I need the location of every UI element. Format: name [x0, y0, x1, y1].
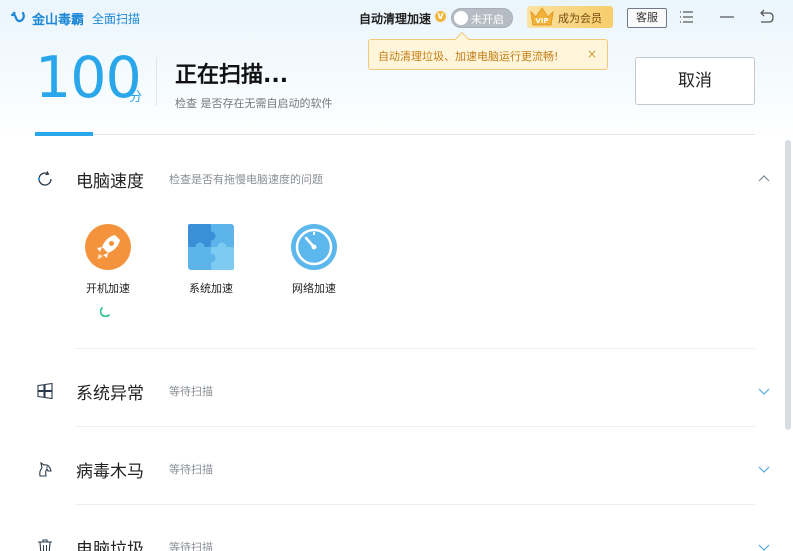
toggle-knob: [454, 11, 468, 25]
section-desc: 检查是否有拖慢电脑速度的问题: [169, 173, 323, 186]
rocket-icon: [84, 223, 132, 271]
toggle-state-label: 未开启: [471, 13, 504, 26]
app-name: 金山毒霸: [32, 13, 85, 28]
speedometer-icon: [290, 223, 338, 271]
tooltip-text: 自动清理垃圾、加速电脑运行更流畅!: [378, 50, 559, 63]
scan-progress-track: [35, 134, 755, 135]
boot-speedup-item[interactable]: 开机加速: [78, 223, 138, 296]
minimize-icon: [720, 16, 734, 18]
module-name: 全面扫描: [92, 12, 141, 26]
vip-v-badge: V: [435, 11, 446, 22]
section-desc: 等待扫描: [169, 385, 213, 398]
menu-button[interactable]: [678, 8, 696, 26]
horse-icon: [35, 459, 55, 479]
network-speedup-item[interactable]: 网络加速: [284, 223, 344, 296]
section-separator: [75, 504, 755, 505]
security-score: 100: [35, 45, 142, 111]
duba-logo-icon: [10, 11, 25, 22]
scan-status-title: 正在扫描...: [175, 63, 289, 88]
vip-crown-icon: VIP: [530, 7, 554, 26]
chevron-down-icon[interactable]: [757, 383, 771, 397]
scan-status-detail: 检查 是否存在无需自启动的软件: [175, 97, 333, 110]
chevron-up-icon[interactable]: [757, 171, 771, 185]
section-desc: 等待扫描: [169, 541, 213, 551]
menu-icon: [680, 11, 693, 23]
vip-label: 成为会员: [558, 12, 602, 25]
section-title: 电脑速度: [76, 172, 144, 192]
section-title: 电脑垃圾: [76, 540, 144, 551]
loading-spinner-icon: [100, 307, 110, 317]
section-pc-speed[interactable]: 电脑速度 检查是否有拖慢电脑速度的问题: [0, 163, 793, 193]
refresh-icon: [35, 169, 55, 189]
become-vip-button[interactable]: VIP 成为会员: [527, 6, 613, 28]
section-desc: 等待扫描: [169, 463, 213, 476]
section-separator: [75, 426, 755, 427]
puzzle-icon: [187, 223, 235, 271]
score-unit: 分: [129, 90, 143, 105]
section-title: 系统异常: [76, 384, 144, 404]
minimize-button[interactable]: [718, 8, 736, 26]
vip-badge-text: VIP: [535, 17, 548, 25]
cancel-scan-button[interactable]: 取消: [635, 57, 755, 105]
title-bar: 金山毒霸 全面扫描 自动清理加速 V 未开启 VIP 成为会员 客服: [0, 0, 793, 34]
auto-clean-tooltip: 自动清理垃圾、加速电脑运行更流畅! ×: [368, 31, 608, 70]
section-pc-junk[interactable]: 电脑垃圾 等待扫描: [0, 531, 793, 551]
windows-icon: [35, 381, 55, 401]
trash-icon: [35, 537, 55, 551]
section-separator: [75, 348, 755, 349]
sub-item-label: 开机加速: [86, 282, 130, 295]
chevron-down-icon[interactable]: [757, 461, 771, 475]
section-system-anomaly[interactable]: 系统异常 等待扫描: [0, 375, 793, 405]
section-virus-trojan[interactable]: 病毒木马 等待扫描: [0, 453, 793, 483]
header-divider: [156, 58, 157, 106]
auto-clean-label: 自动清理加速: [359, 12, 432, 26]
back-arrow-icon: [760, 9, 774, 23]
auto-clean-toggle[interactable]: 未开启: [451, 8, 513, 28]
sub-item-label: 网络加速: [292, 282, 336, 295]
customer-service-button[interactable]: 客服: [627, 8, 667, 28]
scan-progress-fill: [35, 132, 93, 136]
tooltip-close-icon[interactable]: ×: [587, 47, 597, 61]
app-logo: 金山毒霸 全面扫描: [10, 9, 140, 28]
sub-item-label: 系统加速: [189, 282, 233, 295]
chevron-down-icon[interactable]: [757, 539, 771, 551]
section-title: 病毒木马: [76, 462, 144, 482]
system-speedup-item[interactable]: 系统加速: [181, 223, 241, 296]
back-button[interactable]: [757, 8, 775, 26]
